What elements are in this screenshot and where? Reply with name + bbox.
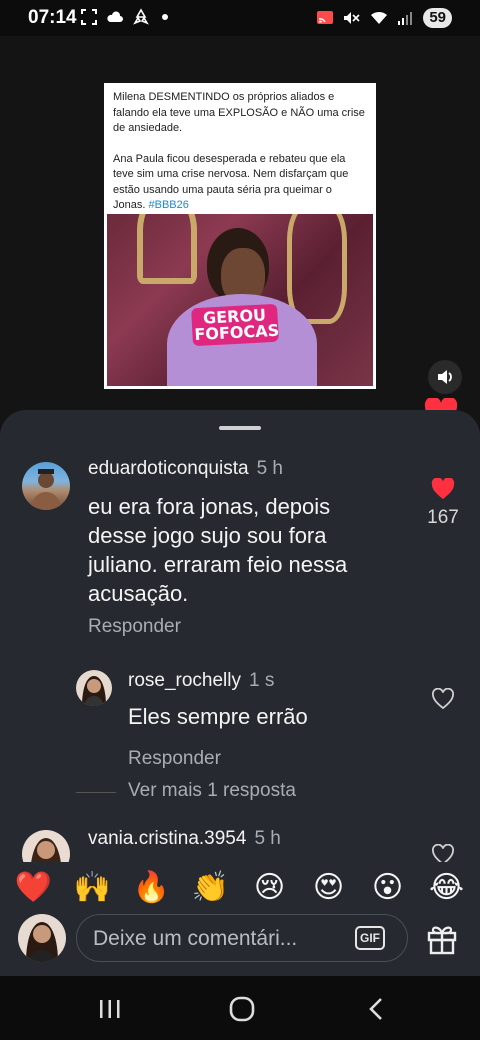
- comment-time: 5 h: [254, 828, 281, 849]
- sound-toggle-button[interactable]: [428, 360, 462, 394]
- comment-input[interactable]: Deixe um comentári... GIF: [76, 914, 408, 962]
- gift-icon[interactable]: [424, 920, 460, 956]
- comment-time: 1 s: [249, 670, 275, 691]
- comment-username[interactable]: rose_rochelly 1 s: [128, 670, 274, 692]
- emoji-red-heart[interactable]: ❤️: [12, 871, 56, 905]
- back-chevron-icon: [369, 998, 382, 1020]
- home-button[interactable]: [227, 994, 257, 1024]
- comment-text: Eles sempre errão: [128, 704, 308, 729]
- system-nav-bar: [0, 976, 480, 1040]
- mute-icon: [342, 9, 360, 27]
- battery-indicator: 59: [423, 8, 452, 28]
- username-text[interactable]: eduardoticonquista: [88, 458, 249, 479]
- post-paragraph-1: Milena DESMENTINDO os próprios aliados e…: [113, 91, 365, 134]
- comment-username[interactable]: vania.cristina.3954 5 h: [88, 828, 281, 850]
- avatar[interactable]: [76, 670, 112, 706]
- reply-button[interactable]: Responder: [128, 748, 221, 770]
- sheet-drag-handle[interactable]: [219, 426, 261, 430]
- status-icons-left: [80, 8, 168, 26]
- recycle-icon: [132, 8, 150, 26]
- quick-emoji-bar: ❤️ 🙌 🔥 👏 😢 😍 😮 😂: [0, 862, 480, 914]
- status-icons-right: 59: [315, 8, 452, 28]
- hashtag-link[interactable]: #BBB26: [148, 199, 188, 211]
- like-button[interactable]: 167: [418, 477, 468, 529]
- emoji-fire[interactable]: 🔥: [130, 871, 174, 905]
- comment-input-placeholder: Deixe um comentári...: [93, 927, 298, 950]
- speaker-icon: [438, 370, 452, 384]
- like-count: 167: [427, 507, 459, 528]
- screenshot-icon: [80, 8, 98, 26]
- status-bar: 07:14 59: [0, 0, 480, 36]
- recent-apps-button[interactable]: [95, 994, 125, 1024]
- gerou-fofocas-logo: GEROU FOFOCAS: [191, 303, 280, 347]
- heart-outline-icon: [432, 687, 454, 710]
- mirror-frame-right: [287, 214, 347, 324]
- cloud-icon: [106, 8, 124, 26]
- gif-button[interactable]: GIF: [355, 926, 385, 950]
- reply-button[interactable]: Responder: [88, 616, 181, 638]
- back-button[interactable]: [362, 994, 392, 1024]
- comment-composer: Deixe um comentári... GIF: [0, 912, 480, 974]
- emoji-laughing[interactable]: 😂: [425, 871, 469, 905]
- comment-username[interactable]: eduardoticonquista 5 h: [88, 458, 283, 480]
- view-more-divider: [76, 792, 116, 793]
- post-paragraph-2: Ana Paula ficou desesperada e rebateu qu…: [113, 152, 367, 214]
- like-button[interactable]: [430, 687, 456, 715]
- status-time: 07:14: [28, 7, 77, 28]
- home-icon: [229, 996, 255, 1022]
- post-text: Milena DESMENTINDO os próprios aliados e…: [104, 83, 376, 214]
- emoji-surprised[interactable]: 😮: [366, 871, 410, 905]
- comment-time: 5 h: [256, 458, 283, 479]
- post-image: GEROU FOFOCAS: [107, 214, 373, 386]
- username-text[interactable]: vania.cristina.3954: [88, 828, 246, 849]
- emoji-crying[interactable]: 😢: [248, 871, 292, 905]
- emoji-heart-eyes[interactable]: 😍: [307, 871, 351, 905]
- post-card: Milena DESMENTINDO os próprios aliados e…: [104, 83, 376, 389]
- avatar[interactable]: [22, 462, 70, 510]
- avatar: [18, 914, 66, 962]
- wifi-icon: [369, 9, 388, 27]
- recents-icon: [100, 1000, 120, 1018]
- view-more-replies-button[interactable]: Ver mais 1 resposta: [128, 780, 296, 802]
- username-text[interactable]: rose_rochelly: [128, 670, 241, 691]
- reel-video[interactable]: Milena DESMENTINDO os próprios aliados e…: [0, 36, 480, 436]
- emoji-raised-hands[interactable]: 🙌: [71, 871, 115, 905]
- dot-icon: [162, 14, 168, 20]
- heart-filled-icon: [431, 477, 455, 499]
- mirror-frame: [137, 214, 197, 284]
- cast-icon: [315, 9, 334, 27]
- emoji-clapping[interactable]: 👏: [189, 871, 233, 905]
- comment-text: eu era fora jonas, depois desse jogo suj…: [88, 494, 348, 606]
- signal-icon: [396, 9, 414, 27]
